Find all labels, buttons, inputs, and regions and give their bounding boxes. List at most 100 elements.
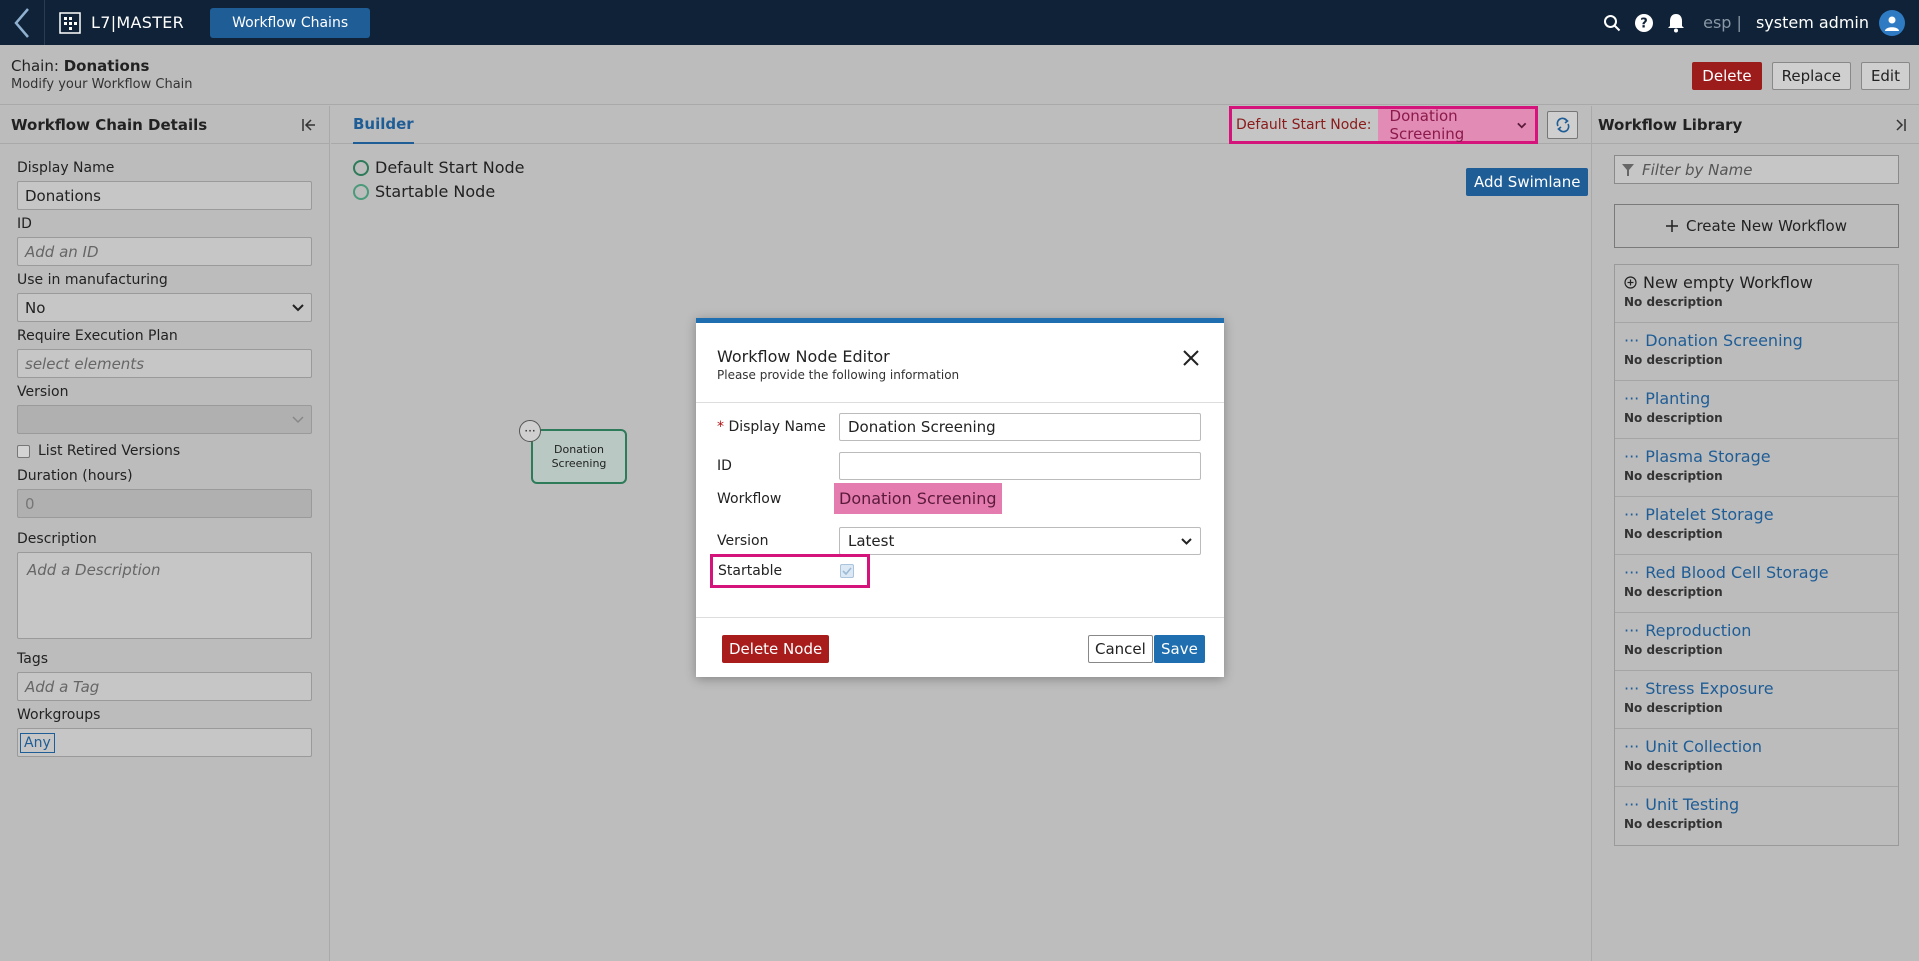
drag-dots-icon: ··· bbox=[1624, 563, 1640, 582]
panel-title: Workflow Chain Details bbox=[0, 106, 329, 144]
legend-default-start-label: Default Start Node bbox=[375, 158, 525, 177]
chevron-down-icon bbox=[1181, 537, 1192, 545]
version-value: Latest bbox=[848, 532, 895, 550]
chevron-down-icon bbox=[292, 303, 304, 311]
collapse-right-icon[interactable] bbox=[1891, 117, 1907, 133]
wf-item-label: Unit Collection bbox=[1645, 737, 1763, 756]
top-navbar: L7|MASTER Workflow Chains ? esp | system… bbox=[0, 0, 1919, 45]
chevron-left-icon bbox=[14, 7, 29, 38]
node-label-line1: Donation bbox=[554, 442, 604, 456]
dialog-title: Workflow Node Editor bbox=[717, 347, 890, 366]
id-row: ID bbox=[717, 452, 1201, 480]
chain-name: Donations bbox=[63, 57, 150, 75]
list-item[interactable]: ··· Donation Screening No description bbox=[1615, 323, 1898, 381]
workgroup-chip[interactable]: Any bbox=[20, 732, 55, 753]
cancel-button[interactable]: Cancel bbox=[1088, 635, 1153, 663]
delete-button[interactable]: Delete bbox=[1692, 62, 1762, 90]
manufacturing-select[interactable]: No bbox=[17, 293, 312, 322]
display-name-input[interactable]: Donations bbox=[17, 181, 312, 210]
workflow-chains-tab[interactable]: Workflow Chains bbox=[210, 7, 371, 38]
startable-row: Startable bbox=[710, 554, 870, 588]
delete-node-button[interactable]: Delete Node bbox=[722, 635, 830, 663]
refresh-button[interactable] bbox=[1547, 111, 1578, 139]
exec-plan-input[interactable]: select elements bbox=[17, 349, 312, 378]
list-item[interactable]: ··· Platelet Storage No description bbox=[1615, 497, 1898, 555]
id-input[interactable]: Add an ID bbox=[17, 237, 312, 266]
wf-item-desc: No description bbox=[1624, 469, 1723, 483]
wf-item-name: New empty Workflow bbox=[1624, 273, 1889, 292]
retired-versions-row[interactable]: List Retired Versions bbox=[17, 443, 312, 459]
wf-item-desc: No description bbox=[1624, 295, 1723, 309]
filter-input[interactable]: Filter by Name bbox=[1614, 155, 1899, 184]
app-logo[interactable]: L7|MASTER bbox=[59, 11, 184, 34]
exec-plan-label: Require Execution Plan bbox=[17, 328, 178, 344]
chain-label: Chain: bbox=[11, 57, 59, 75]
duration-input[interactable]: 0 bbox=[17, 489, 312, 518]
startable-checkbox[interactable] bbox=[840, 564, 854, 578]
close-icon[interactable] bbox=[1182, 349, 1200, 367]
default-start-node-value: Donation Screening bbox=[1389, 107, 1465, 143]
list-item[interactable]: ··· Unit Collection No description bbox=[1615, 729, 1898, 787]
legend-startable: Startable Node bbox=[353, 182, 524, 201]
default-start-node-control: Default Start Node: Donation Screening bbox=[1229, 106, 1538, 144]
display-name-label: * Display Name bbox=[717, 419, 839, 435]
node-version-select[interactable]: Latest bbox=[839, 527, 1201, 555]
page-title: Chain: Donations bbox=[11, 57, 149, 75]
chain-details-panel: Workflow Chain Details Display Name Dona… bbox=[0, 106, 330, 961]
replace-button[interactable]: Replace bbox=[1771, 62, 1851, 90]
ring-icon bbox=[353, 183, 369, 200]
manufacturing-value: No bbox=[25, 298, 46, 317]
search-icon[interactable] bbox=[1601, 12, 1623, 34]
back-button[interactable] bbox=[0, 0, 45, 45]
plus-icon bbox=[1666, 220, 1678, 232]
description-input[interactable]: Add a Description bbox=[17, 552, 312, 639]
workgroups-input[interactable]: Any bbox=[17, 728, 312, 757]
wf-item-name: ··· Donation Screening bbox=[1624, 331, 1889, 350]
legend-startable-label: Startable Node bbox=[375, 182, 496, 201]
user-name[interactable]: system admin bbox=[1756, 13, 1869, 32]
retired-versions-checkbox[interactable] bbox=[17, 444, 30, 458]
list-item[interactable]: ··· Plasma Storage No description bbox=[1615, 439, 1898, 497]
edit-button[interactable]: Edit bbox=[1860, 62, 1910, 90]
avatar[interactable] bbox=[1879, 9, 1905, 36]
list-item[interactable]: ··· Reproduction No description bbox=[1615, 613, 1898, 671]
node-display-name-input[interactable]: Donation Screening bbox=[839, 413, 1201, 441]
tab-builder[interactable]: Builder bbox=[353, 106, 414, 144]
default-start-node-select[interactable]: Donation Screening bbox=[1377, 107, 1535, 143]
workflow-row: Workflow Donation Screening bbox=[717, 483, 1002, 514]
wf-item-desc: No description bbox=[1624, 353, 1723, 367]
list-item[interactable]: ··· Red Blood Cell Storage No description bbox=[1615, 555, 1898, 613]
node-menu-icon[interactable]: ··· bbox=[519, 420, 541, 442]
filter-icon bbox=[1622, 163, 1634, 176]
help-icon[interactable]: ? bbox=[1633, 12, 1655, 34]
plus-circle-icon bbox=[1624, 276, 1637, 289]
wf-item-label: New empty Workflow bbox=[1643, 273, 1813, 292]
wf-item-desc: No description bbox=[1624, 527, 1723, 541]
wf-item-name: ··· Stress Exposure bbox=[1624, 679, 1889, 698]
legend-default-start: Default Start Node bbox=[353, 158, 524, 177]
list-item[interactable]: ··· Planting No description bbox=[1615, 381, 1898, 439]
bell-icon[interactable] bbox=[1665, 12, 1687, 34]
divider bbox=[696, 402, 1224, 403]
version-select[interactable] bbox=[17, 405, 312, 434]
drag-dots-icon: ··· bbox=[1624, 795, 1640, 814]
create-new-workflow-button[interactable]: Create New Workflow bbox=[1614, 204, 1899, 248]
collapse-left-icon[interactable] bbox=[301, 117, 317, 133]
default-start-node-label: Default Start Node: bbox=[1236, 117, 1372, 133]
workflow-node[interactable]: Donation Screening bbox=[531, 429, 627, 484]
wf-item-desc: No description bbox=[1624, 585, 1723, 599]
add-swimlane-button[interactable]: Add Swimlane bbox=[1466, 168, 1589, 196]
workgroups-label: Workgroups bbox=[17, 707, 101, 723]
node-id-input[interactable] bbox=[839, 452, 1201, 480]
language-switch[interactable]: esp | bbox=[1703, 13, 1742, 32]
list-item[interactable]: New empty Workflow No description bbox=[1615, 265, 1898, 323]
drag-dots-icon: ··· bbox=[1624, 447, 1640, 466]
wf-item-label: Donation Screening bbox=[1645, 331, 1803, 350]
save-button[interactable]: Save bbox=[1154, 635, 1205, 663]
list-item[interactable]: ··· Stress Exposure No description bbox=[1615, 671, 1898, 729]
wf-item-name: ··· Red Blood Cell Storage bbox=[1624, 563, 1889, 582]
tags-input[interactable]: Add a Tag bbox=[17, 672, 312, 701]
chain-details-title: Workflow Chain Details bbox=[11, 115, 208, 134]
workflow-library-title: Workflow Library bbox=[1598, 115, 1743, 134]
list-item[interactable]: ··· Unit Testing No description bbox=[1615, 787, 1898, 845]
